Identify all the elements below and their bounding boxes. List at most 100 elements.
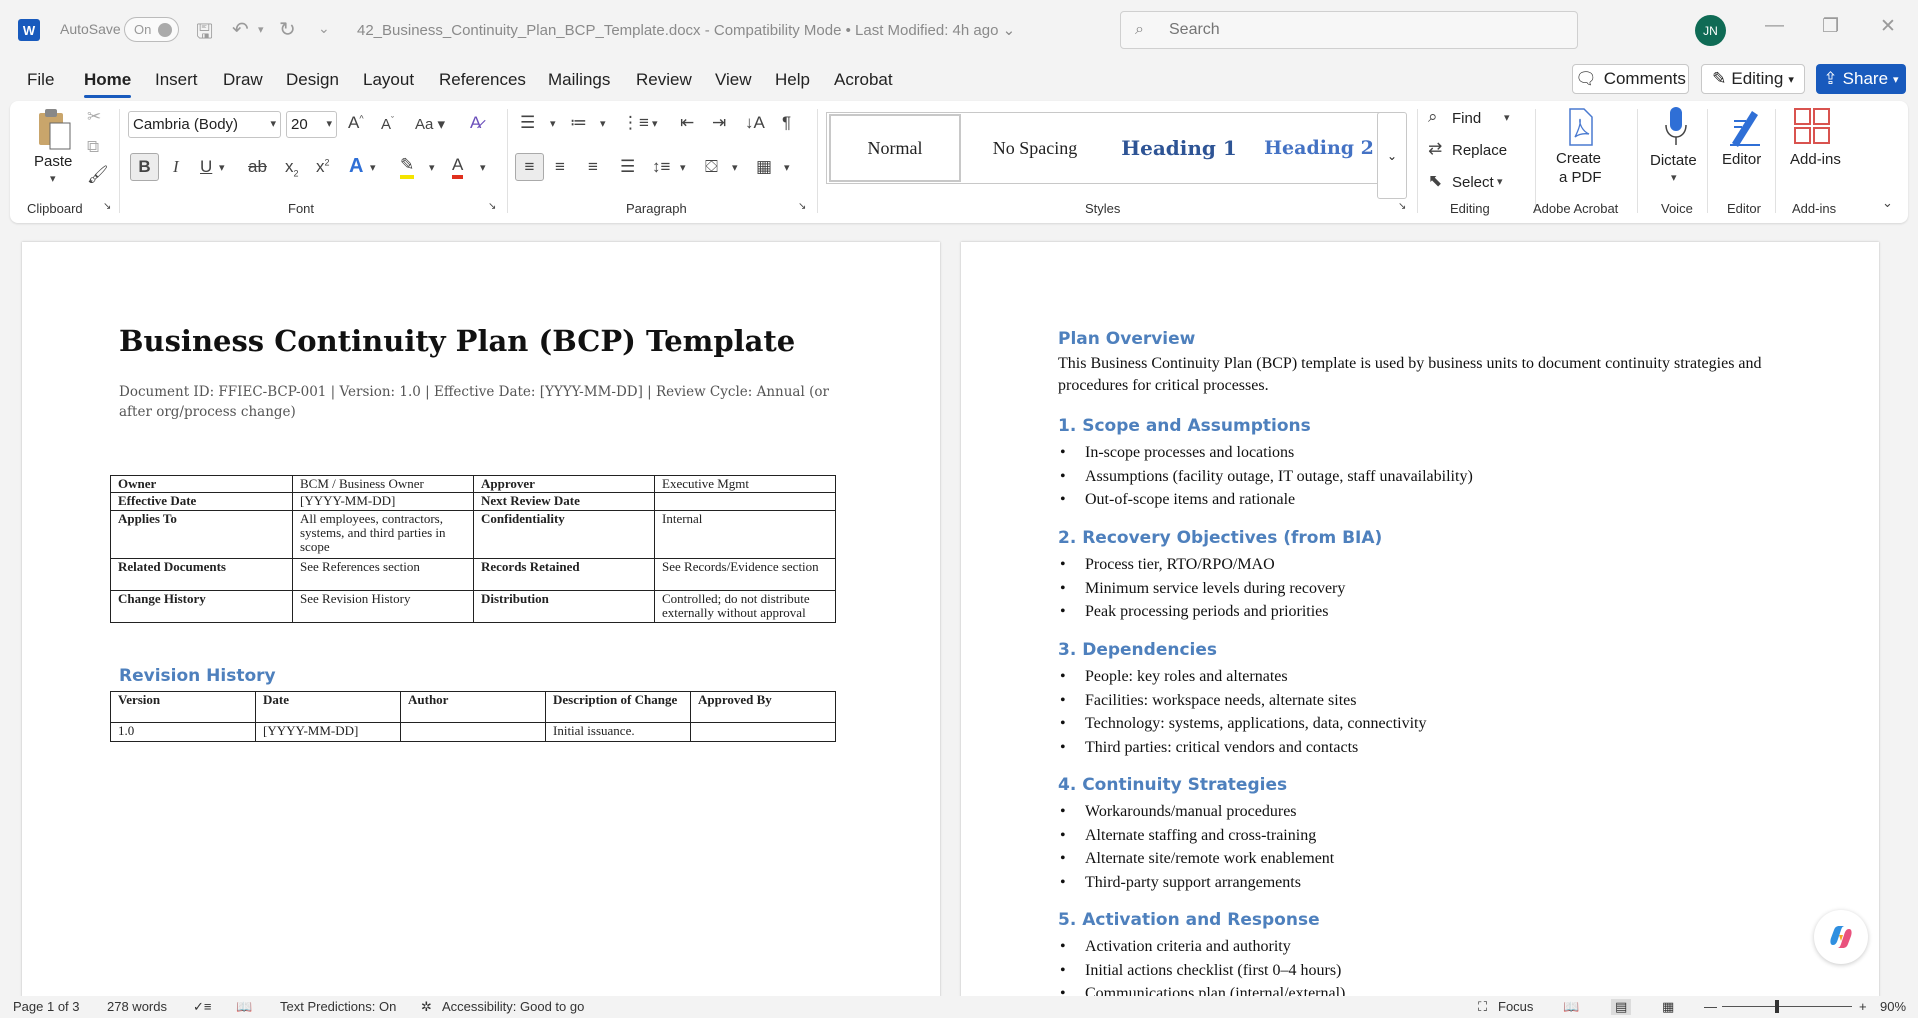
add-ins-icon[interactable] [1792, 107, 1832, 147]
copilot-button[interactable] [1814, 910, 1868, 964]
menu-home[interactable]: Home [84, 70, 132, 98]
align-right-icon[interactable]: ≡ [588, 157, 598, 177]
share-button[interactable]: ⇪ Share ▾ [1816, 64, 1906, 94]
numbering-dropdown-icon[interactable]: ▾ [600, 117, 606, 130]
decrease-indent-icon[interactable]: ⇤ [680, 113, 694, 133]
change-case-icon[interactable]: Aa ▾ [415, 115, 445, 133]
restore-icon[interactable]: ❐ [1822, 15, 1839, 38]
select-icon[interactable]: ⬉ [1428, 171, 1442, 191]
paste-label[interactable]: Paste [34, 153, 72, 170]
replace-icon[interactable]: ⇄ [1428, 139, 1442, 159]
editor-button[interactable]: Editor [1722, 151, 1761, 168]
search-box[interactable]: ⌕ [1120, 11, 1578, 49]
cut-icon[interactable]: ✂ [87, 107, 101, 127]
highlight-dropdown-icon[interactable]: ▾ [429, 161, 435, 174]
line-spacing-icon[interactable]: ↕≡ [652, 157, 670, 177]
minimize-icon[interactable]: — [1765, 15, 1784, 37]
proofing-icon[interactable]: ✓≡ [193, 999, 211, 1015]
find-dropdown-icon[interactable]: ▾ [1504, 111, 1510, 124]
paste-icon[interactable] [36, 107, 72, 153]
menu-view[interactable]: View [715, 70, 752, 90]
grow-font-icon[interactable]: A^ [348, 113, 364, 133]
superscript-icon[interactable]: x2 [316, 157, 330, 177]
menu-help[interactable]: Help [775, 70, 810, 90]
zoom-level[interactable]: 90% [1880, 999, 1906, 1014]
paragraph-launcher-icon[interactable]: ↘ [798, 201, 806, 212]
bullets-icon[interactable]: ☰ [520, 113, 535, 133]
create-pdf-label-2[interactable]: a PDF [1559, 169, 1602, 186]
style-no-spacing[interactable]: No Spacing [963, 113, 1107, 183]
underline-icon[interactable]: U [200, 157, 212, 177]
copy-icon[interactable]: ⧉ [87, 137, 99, 157]
close-icon[interactable]: ✕ [1880, 15, 1896, 38]
styles-more-button[interactable]: ⌄ [1377, 112, 1407, 199]
document-page-1[interactable]: Business Continuity Plan (BCP) Template … [22, 242, 940, 997]
editing-mode-button[interactable]: ✎ Editing ▾ [1701, 64, 1805, 94]
redo-icon[interactable]: ↻ [279, 17, 296, 42]
justify-icon[interactable]: ☰ [620, 157, 635, 177]
select-dropdown-icon[interactable]: ▾ [1497, 175, 1503, 188]
borders-dropdown-icon[interactable]: ▾ [784, 161, 790, 174]
search-input[interactable] [1169, 21, 1549, 39]
bold-icon[interactable]: B [130, 153, 159, 181]
format-painter-icon[interactable]: 🖌 [87, 165, 109, 185]
word-count[interactable]: 278 words [107, 999, 167, 1014]
borders-icon[interactable]: ▦ [756, 157, 772, 177]
undo-icon[interactable]: ↶ [232, 17, 249, 42]
save-icon[interactable]: 🖫 [196, 17, 213, 51]
customize-toolbar-icon[interactable]: ⌄ [318, 20, 330, 37]
shading-icon[interactable]: ⛋ [705, 157, 718, 180]
menu-file[interactable]: File [27, 70, 54, 90]
font-name-dropdown[interactable]: Cambria (Body) ▾ [128, 111, 281, 138]
print-layout-icon[interactable]: ▤ [1611, 999, 1632, 1015]
multilevel-list-icon[interactable]: ⋮≡ [622, 113, 649, 133]
web-layout-icon[interactable]: ▦ [1662, 999, 1674, 1015]
shrink-font-icon[interactable]: Aˇ [381, 115, 394, 133]
zoom-slider-thumb[interactable] [1775, 1000, 1779, 1013]
editor-icon[interactable] [1724, 105, 1764, 149]
italic-icon[interactable]: I [173, 157, 179, 177]
highlight-icon[interactable]: ✎ [400, 155, 415, 179]
zoom-slider[interactable] [1722, 1006, 1852, 1007]
style-heading-2[interactable]: Heading 2 [1251, 113, 1387, 183]
menu-draw[interactable]: Draw [223, 70, 263, 90]
page-count[interactable]: Page 1 of 3 [13, 999, 80, 1014]
microphone-icon[interactable] [1662, 105, 1690, 149]
menu-acrobat[interactable]: Acrobat [834, 70, 893, 90]
document-title[interactable]: 42_Business_Continuity_Plan_BCP_Template… [357, 21, 1015, 39]
dictate-button[interactable]: Dictate [1650, 152, 1697, 169]
menu-layout[interactable]: Layout [363, 70, 414, 90]
show-formatting-icon[interactable]: ¶ [782, 113, 791, 133]
font-launcher-icon[interactable]: ↘ [488, 201, 496, 212]
underline-dropdown-icon[interactable]: ▾ [219, 161, 225, 174]
create-pdf-icon[interactable] [1563, 107, 1597, 147]
focus-button[interactable]: Focus [1498, 999, 1533, 1014]
style-heading-1[interactable]: Heading 1 [1109, 113, 1249, 183]
multilevel-dropdown-icon[interactable]: ▾ [652, 117, 658, 130]
accessibility-status[interactable]: Accessibility: Good to go [442, 999, 584, 1014]
reader-icon[interactable]: 📖 [236, 999, 252, 1015]
font-color-icon[interactable]: A [452, 155, 464, 179]
numbering-icon[interactable]: ≔ [570, 113, 587, 133]
bullets-dropdown-icon[interactable]: ▾ [550, 117, 556, 130]
menu-design[interactable]: Design [286, 70, 339, 90]
replace-button[interactable]: Replace [1452, 142, 1507, 159]
sort-icon[interactable]: ↓A [745, 113, 765, 133]
collapse-ribbon-icon[interactable]: ⌄ [1882, 195, 1893, 211]
line-spacing-dropdown-icon[interactable]: ▾ [680, 161, 686, 174]
menu-review[interactable]: Review [636, 70, 692, 90]
text-predictions[interactable]: Text Predictions: On [280, 999, 396, 1014]
add-ins-button[interactable]: Add-ins [1790, 151, 1841, 168]
strikethrough-icon[interactable]: ab [248, 157, 267, 177]
align-center-icon[interactable]: ≡ [555, 157, 565, 177]
create-pdf-label-1[interactable]: Create [1556, 150, 1601, 167]
zoom-in-icon[interactable]: + [1859, 999, 1867, 1014]
menu-references[interactable]: References [439, 70, 526, 90]
clipboard-launcher-icon[interactable]: ↘ [103, 201, 111, 212]
text-effects-dropdown-icon[interactable]: ▾ [370, 161, 376, 174]
clear-formatting-icon[interactable]: A̷ [470, 113, 481, 133]
style-normal[interactable]: Normal [829, 114, 961, 182]
undo-dropdown-icon[interactable]: ▾ [258, 23, 264, 36]
zoom-out-icon[interactable]: — [1704, 999, 1717, 1014]
find-button[interactable]: Find [1452, 110, 1481, 127]
